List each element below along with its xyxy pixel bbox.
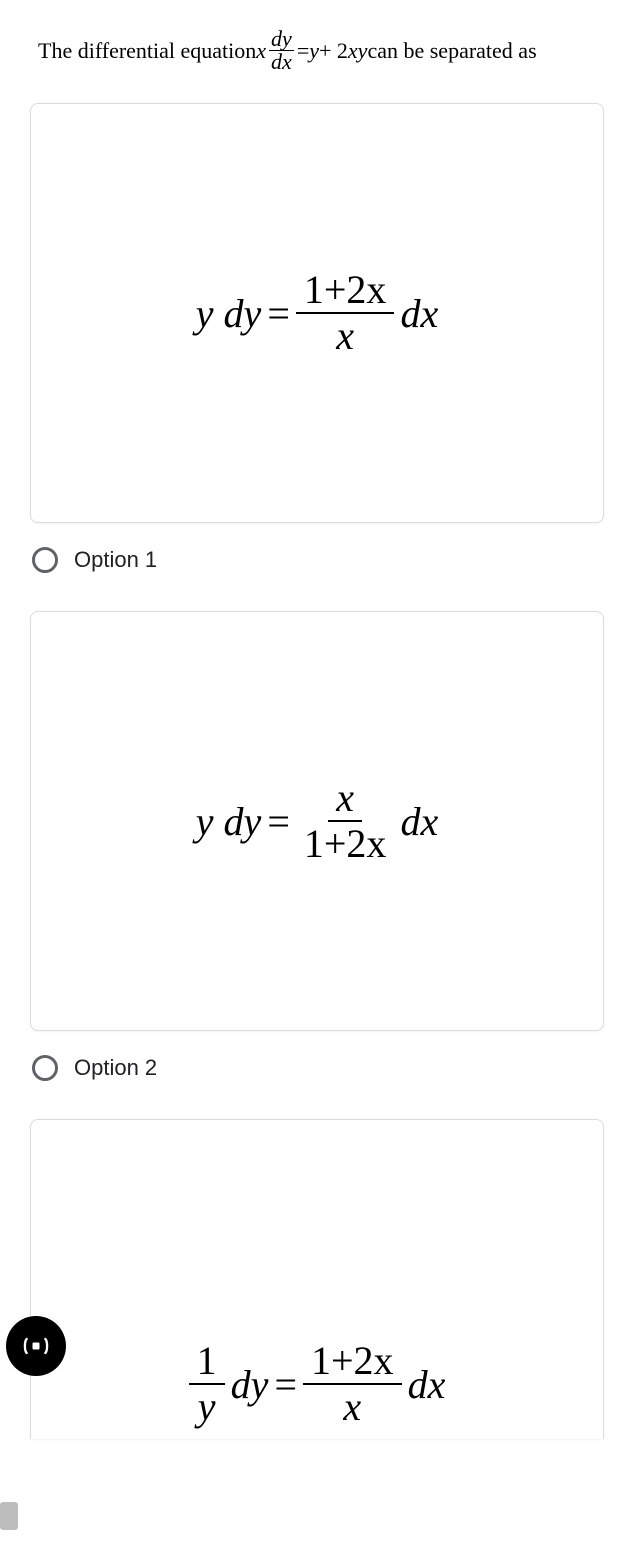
eq-sign: = <box>274 1361 297 1408</box>
eq-left-fraction: 1 y <box>189 1339 225 1429</box>
edge-stub <box>0 1502 18 1530</box>
question-x: x <box>256 38 266 64</box>
option-2-card: y dy = x 1+2x dx <box>30 611 604 1031</box>
fraction-numerator: 1+2x <box>296 268 395 314</box>
question-rhs-xy: xy <box>348 38 368 64</box>
option-2-equation: y dy = x 1+2x dx <box>196 776 438 866</box>
fraction-numerator: dy <box>269 28 294 51</box>
accessibility-fab[interactable] <box>6 1316 66 1376</box>
option-1-card: y dy = 1+2x x dx <box>30 103 604 523</box>
eq-left: y dy <box>196 290 262 337</box>
fraction-numerator: x <box>328 776 362 822</box>
question-rhs-y: y <box>309 38 319 64</box>
fraction-denominator: x <box>335 1385 369 1429</box>
radio-icon[interactable] <box>32 1055 58 1081</box>
option-2-label: Option 2 <box>74 1055 157 1081</box>
option-3-equation: 1 y dy = 1+2x x dx <box>189 1339 446 1429</box>
question-fraction: dy dx <box>269 28 294 73</box>
fraction-denominator: y <box>190 1385 224 1429</box>
question-text: The differential equation x dy dx = y + … <box>0 0 634 93</box>
eq-left: y dy <box>196 798 262 845</box>
option-1-label: Option 1 <box>74 547 157 573</box>
fraction-denominator: 1+2x <box>296 822 395 866</box>
eq-right: dx <box>400 798 438 845</box>
eq-left-post: dy <box>231 1361 269 1408</box>
fraction-numerator: 1+2x <box>303 1339 402 1385</box>
question-prefix: The differential equation <box>38 38 256 64</box>
fraction-denominator: dx <box>269 51 294 73</box>
option-3-card: 1 y dy = 1+2x x dx <box>30 1119 604 1439</box>
option-1-row[interactable]: Option 1 <box>0 533 634 601</box>
question-rhs-plus: + 2 <box>319 38 348 64</box>
eq-sign: = <box>267 798 290 845</box>
eq-right: dx <box>408 1361 446 1408</box>
brackets-icon <box>22 1332 50 1360</box>
question-eq-sign: = <box>297 38 309 64</box>
eq-fraction: 1+2x x <box>303 1339 402 1429</box>
eq-fraction: 1+2x x <box>296 268 395 358</box>
fraction-denominator: x <box>328 314 362 358</box>
radio-icon[interactable] <box>32 547 58 573</box>
option-2-row[interactable]: Option 2 <box>0 1041 634 1109</box>
eq-fraction: x 1+2x <box>296 776 395 866</box>
eq-right: dx <box>400 290 438 337</box>
question-suffix: can be separated as <box>367 38 536 64</box>
eq-sign: = <box>267 290 290 337</box>
option-1-equation: y dy = 1+2x x dx <box>196 268 438 358</box>
fraction-numerator: 1 <box>189 1339 225 1385</box>
